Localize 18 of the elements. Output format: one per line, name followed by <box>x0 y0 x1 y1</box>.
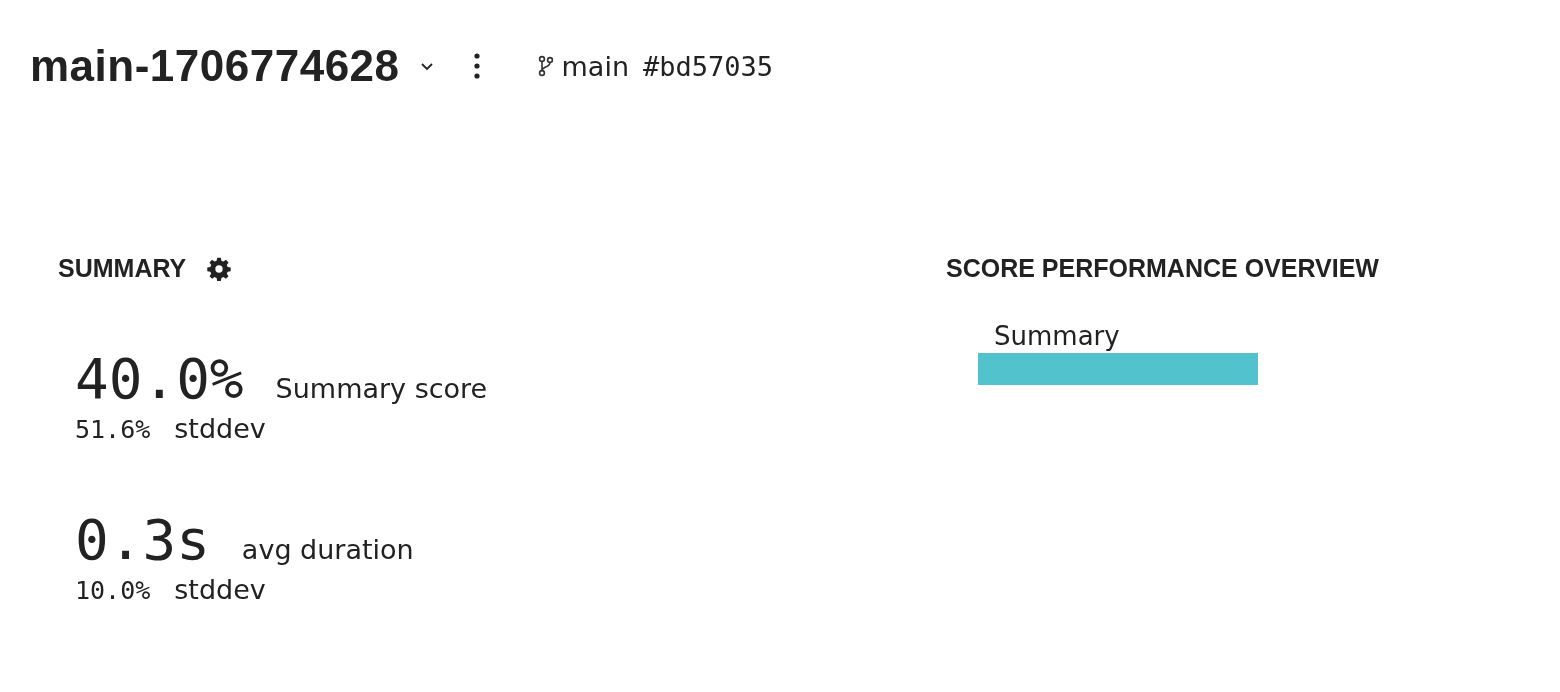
settings-icon[interactable] <box>206 255 233 282</box>
metric-value: 40.0% <box>75 347 244 411</box>
stddev-label: stddev <box>174 574 266 605</box>
metric-value: 0.3s <box>75 508 210 572</box>
more-options-icon[interactable] <box>473 53 480 79</box>
section-title: SUMMARY <box>58 254 187 283</box>
branch-icon <box>537 55 554 77</box>
section-title: SCORE PERFORMANCE OVERVIEW <box>946 254 1379 282</box>
stddev-value: 51.6% <box>75 415 151 444</box>
metric-label: avg duration <box>241 534 414 565</box>
commit-hash: #bd57035 <box>643 50 774 82</box>
branch-name: main <box>561 50 630 82</box>
bar-label: Summary <box>994 321 1121 351</box>
chevron-down-icon[interactable] <box>419 61 434 71</box>
stddev-label: stddev <box>174 413 266 444</box>
stddev-value: 10.0% <box>75 576 151 605</box>
metric-label: Summary score <box>275 373 488 404</box>
experiment-title: main-1706774628 <box>30 41 400 91</box>
